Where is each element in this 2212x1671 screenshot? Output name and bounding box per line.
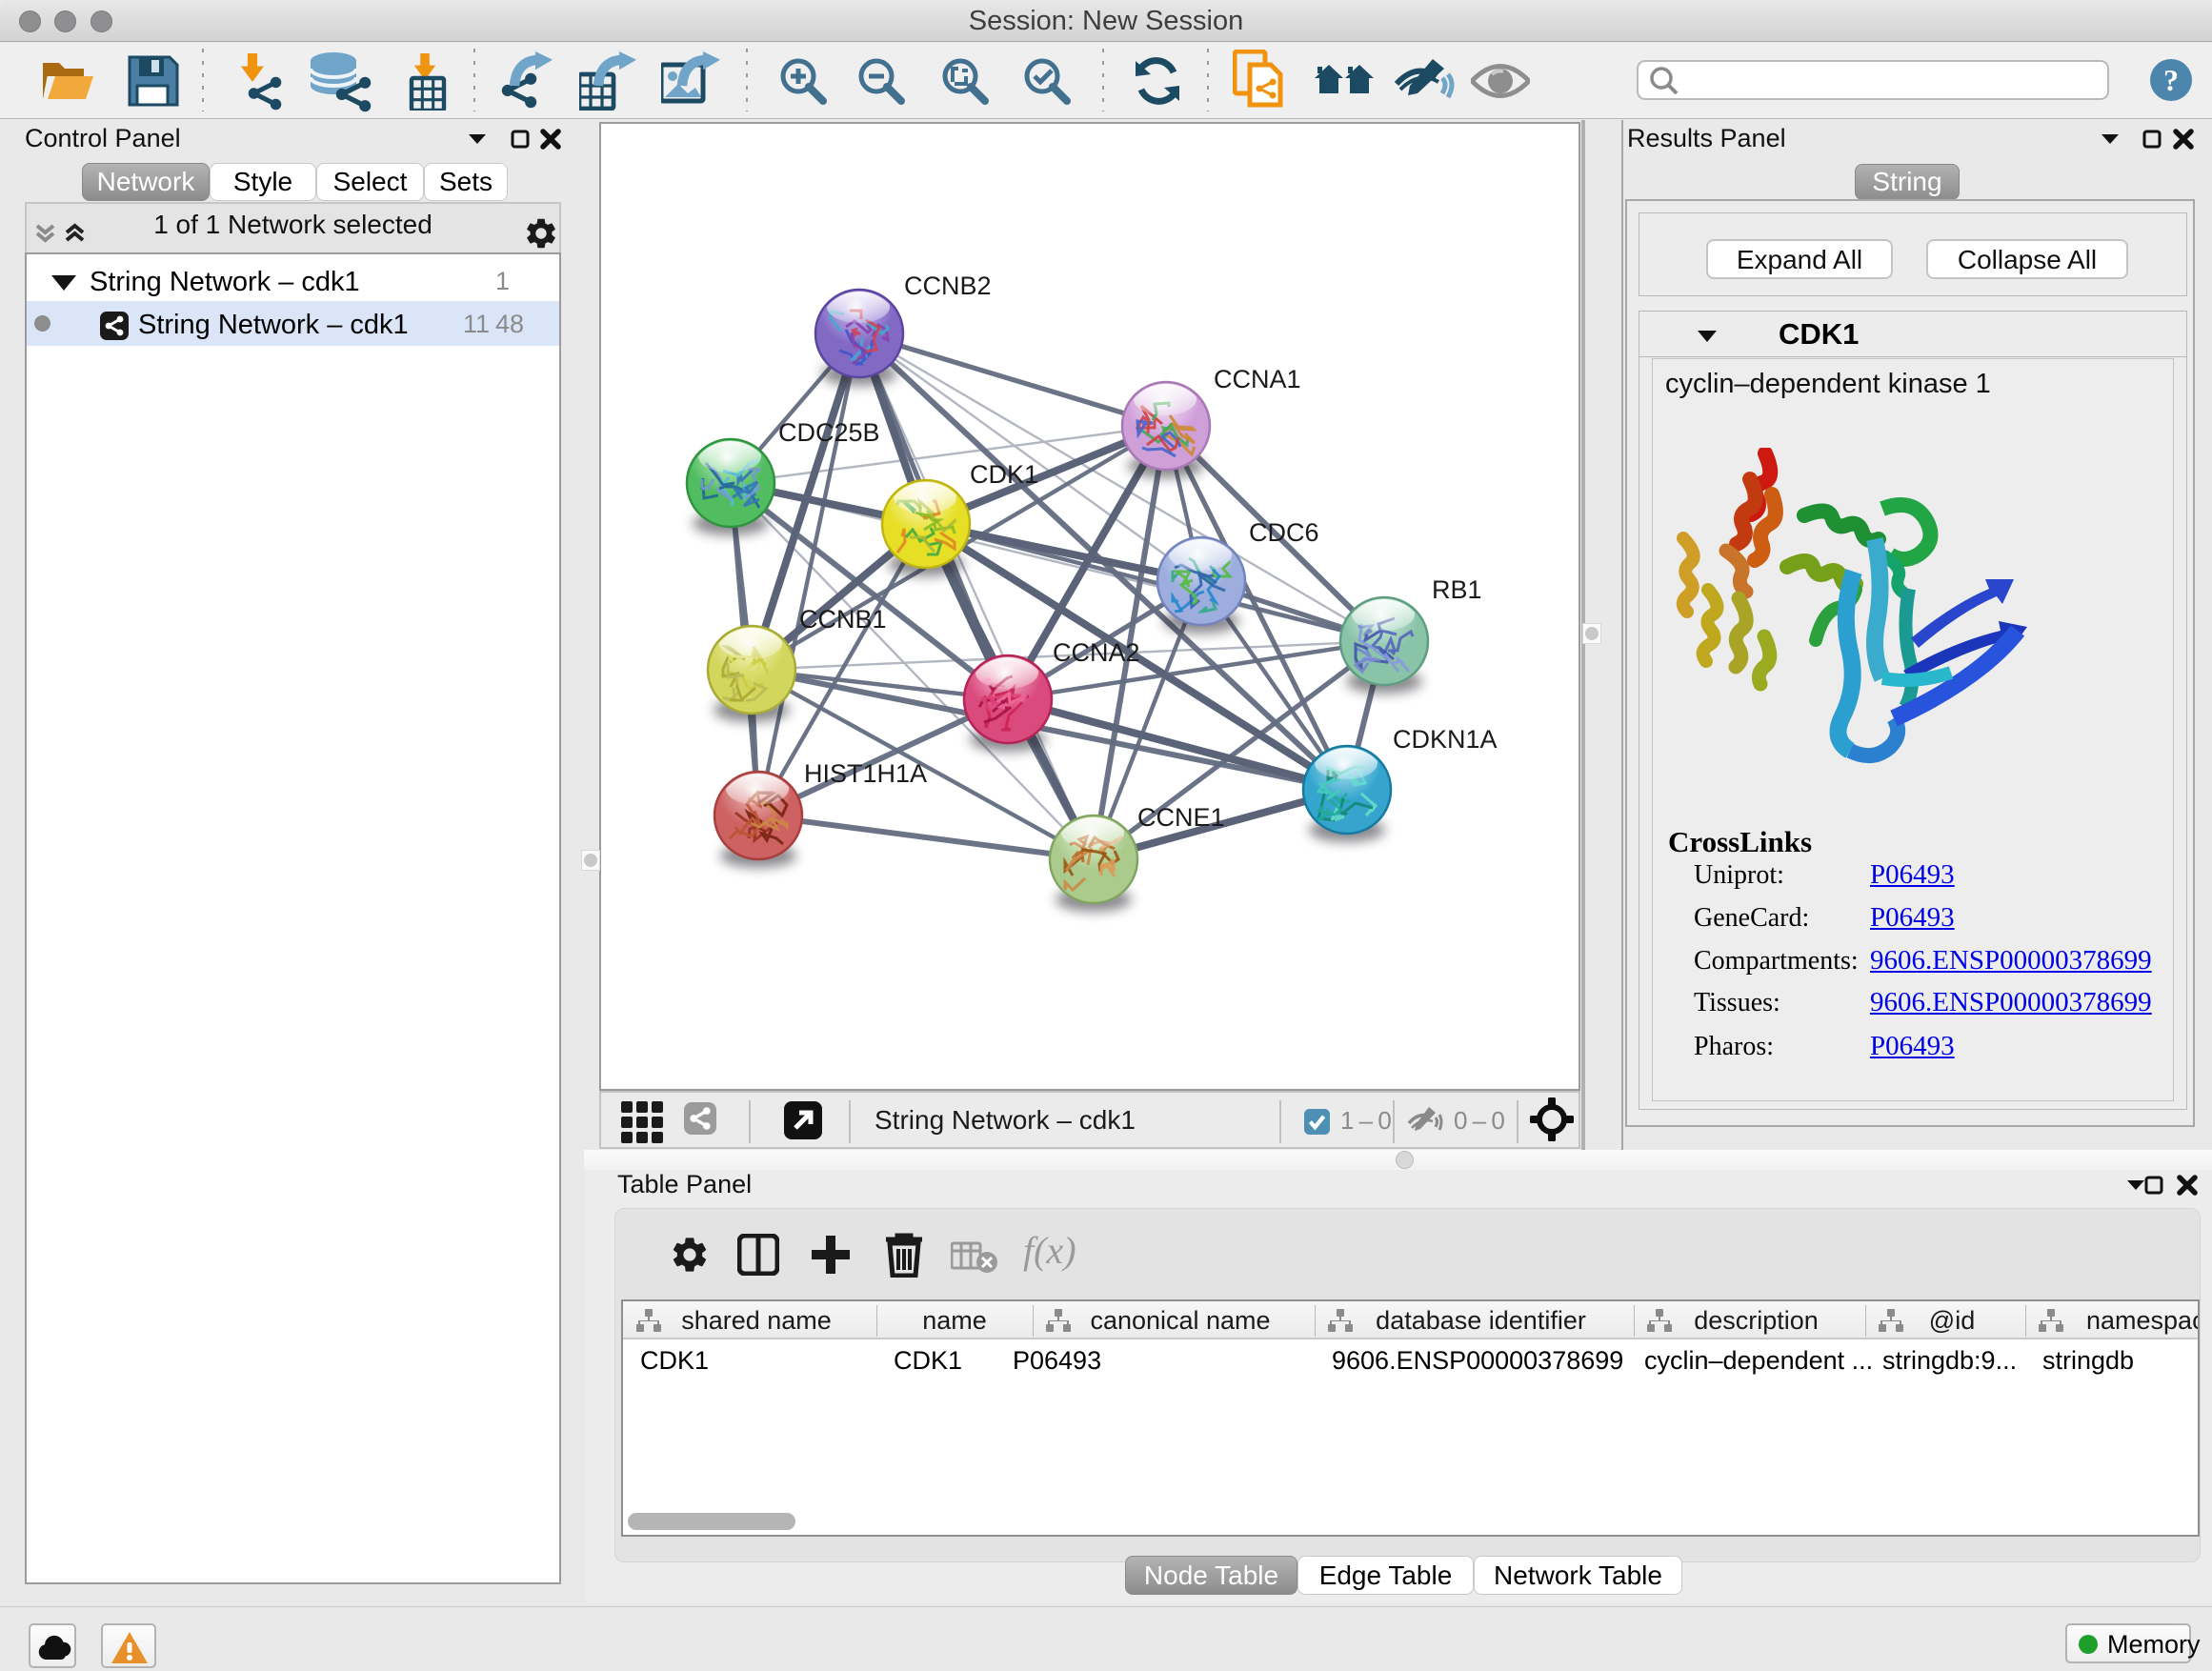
- svg-text:HIST1H1A: HIST1H1A: [804, 759, 927, 788]
- svg-text:?: ?: [2163, 63, 2179, 97]
- svg-text:CDKN1A: CDKN1A: [1393, 725, 1498, 754]
- svg-text:CCNA2: CCNA2: [1053, 638, 1140, 667]
- svg-text:CCNE1: CCNE1: [1137, 803, 1225, 832]
- svg-text:CCNB1: CCNB1: [799, 605, 887, 634]
- svg-text:CDK1: CDK1: [970, 460, 1038, 489]
- svg-text:CDC6: CDC6: [1249, 518, 1319, 547]
- svg-text:CCNA1: CCNA1: [1214, 365, 1301, 393]
- svg-text:CDC25B: CDC25B: [778, 418, 880, 447]
- svg-text:RB1: RB1: [1432, 575, 1482, 604]
- svg-text:CCNB2: CCNB2: [904, 272, 992, 300]
